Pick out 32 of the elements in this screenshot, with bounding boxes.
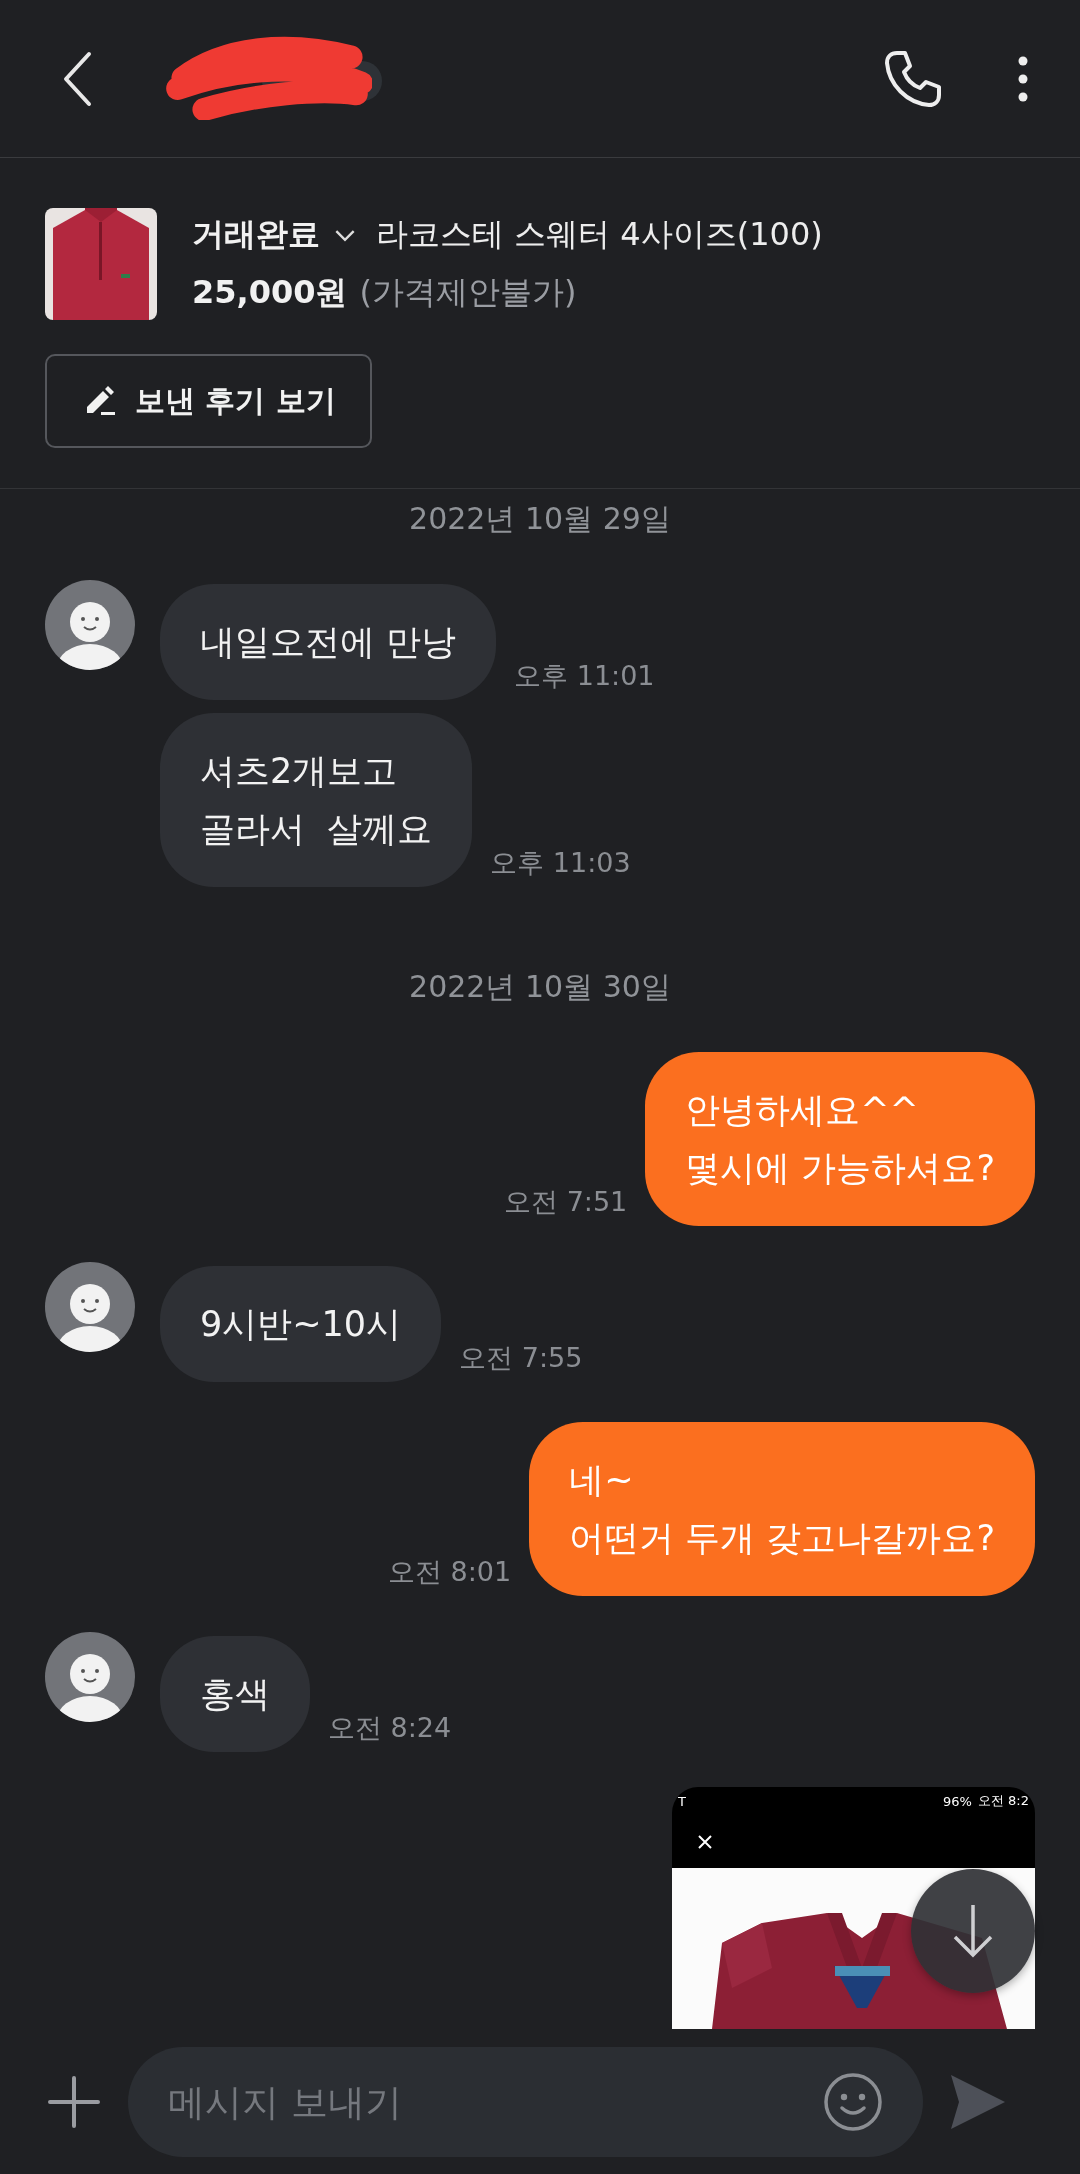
product-title: 라코스테 스웨터 4사이즈(100)	[376, 214, 823, 255]
status-text: T	[678, 1793, 687, 1809]
message-bubble: 홍색	[160, 1636, 310, 1752]
message-bubble: 안녕하세요^^ 몇시에 가능하셔요?	[645, 1052, 1035, 1226]
message-bubble: 내일오전에 만낭	[160, 584, 497, 700]
message-time: 오전 8:01	[387, 1555, 512, 1589]
message-time: 오후 11:03	[490, 846, 631, 880]
more-icon[interactable]	[1018, 55, 1028, 102]
message-field[interactable]: 메시지 보내기	[128, 2047, 923, 2157]
message-time: 오전 8:24	[328, 1711, 452, 1745]
message-time: 오후 11:01	[514, 659, 655, 693]
date-separator: 2022년 10월 29일	[409, 501, 671, 536]
status-text: 오전 8:2	[977, 1792, 1029, 1810]
message-bubble: 셔츠2개보고 골라서 살께요	[160, 713, 473, 887]
plus-icon[interactable]	[48, 2076, 100, 2128]
back-icon[interactable]	[62, 50, 92, 107]
message-bubble: 9시반~10시	[160, 1266, 442, 1382]
price: 25,000원	[192, 272, 348, 313]
phone-icon[interactable]	[883, 48, 943, 109]
message-bubble: 네~ 어떤거 두개 갖고나갈까요?	[529, 1422, 1035, 1596]
message-time: 오전 7:55	[459, 1341, 583, 1375]
date-separator: 2022년 10월 30일	[409, 969, 671, 1004]
chevron-icon	[334, 228, 356, 242]
arrow-down-icon	[951, 1903, 995, 1959]
price-note: (가격제안불가)	[359, 272, 577, 313]
emoji-icon[interactable]	[823, 2072, 883, 2132]
status-text: 96%	[943, 1793, 972, 1809]
message-time: 오전 7:51	[504, 1185, 628, 1219]
status-dropdown[interactable]: 거래완료	[192, 213, 356, 257]
close-icon	[697, 1833, 713, 1850]
message-field[interactable]: 메시지 보내기	[166, 2079, 823, 2125]
review-button[interactable]: 보낸 후기 보기	[45, 354, 372, 448]
